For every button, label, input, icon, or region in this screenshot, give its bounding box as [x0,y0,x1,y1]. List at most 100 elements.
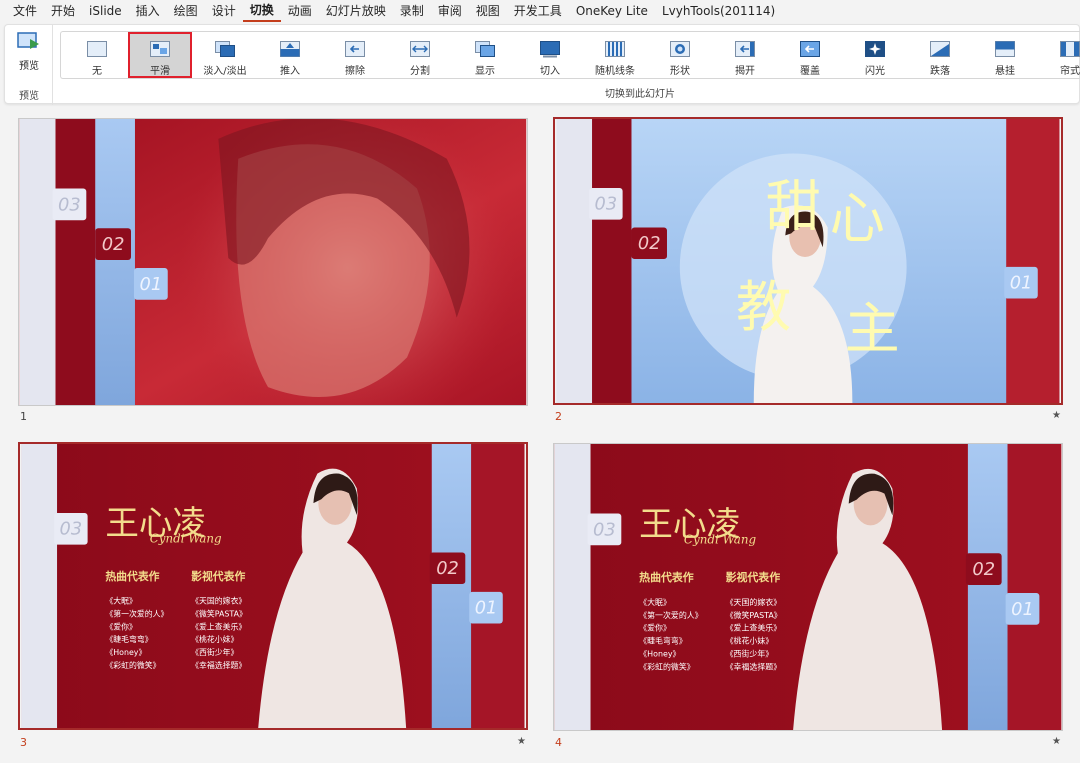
tab-review[interactable]: 审阅 [431,0,469,22]
transition-none-label: 无 [92,66,102,77]
transition-morph[interactable]: 平滑 [128,32,192,78]
fade-icon [215,41,235,57]
slide-4-canvas: 王心凌 Cyndi Wang 热曲代表作 影视代表作 《大眠》 《第一次爱的人》… [554,444,1062,730]
tab-lvyhtools[interactable]: LvyhTools(201114) [655,0,782,22]
transition-fall-over-label: 跌落 [930,66,950,77]
transition-curtains[interactable]: 帘式 [1038,32,1080,78]
shape-icon [670,41,690,57]
slide-thumbnail-4[interactable]: 王心凌 Cyndi Wang 热曲代表作 影视代表作 《大眠》 《第一次爱的人》… [553,443,1063,731]
transition-group-label: 切换到此幻灯片 [605,89,675,100]
slide-3-film: 《天国的嫁衣》 [191,596,246,606]
tab-developer[interactable]: 开发工具 [507,0,569,22]
transition-cut[interactable]: 切入 [518,32,582,78]
tab-draw[interactable]: 绘图 [167,0,205,22]
slide-thumbnail-2[interactable]: 甜 心 教 主 03 02 01 [553,117,1063,405]
transition-uncover[interactable]: 揭开 [713,32,777,78]
fall-over-icon [930,41,950,57]
none-icon [87,41,107,57]
tab-onekey-lite[interactable]: OneKey Lite [569,0,655,22]
slide-2-title-char-3: 教 [736,276,791,340]
slide-4-song: 《大眠》 [639,597,671,607]
push-icon [280,41,300,57]
slide-3-song: 《Honey》 [105,648,146,657]
transition-random-bars[interactable]: 随机线条 [583,32,647,78]
tab-view[interactable]: 视图 [469,0,507,22]
tab-file[interactable]: 文件 [6,0,44,22]
slide-2-tag-03-text: 03 [595,195,618,215]
random-bars-icon [605,41,625,57]
slide-3-film: 《幸福选择题》 [191,660,246,670]
slide-4-films-header: 影视代表作 [726,570,781,584]
preview-group-label: 预览 [19,91,39,102]
cut-icon [540,41,560,58]
slide-number-4: 4 [555,736,562,749]
transition-flash[interactable]: 闪光 [843,32,907,78]
slide-thumbnail-3[interactable]: 王心凌 Cyndi Wang 热曲代表作 影视代表作 《大眠》 《第一次爱的人》… [18,442,528,730]
curtains-icon [1060,41,1080,57]
slide-3-tag-01-text: 01 [475,599,498,619]
slide-4-song: 《睫毛弯弯》 [639,636,687,646]
tab-record[interactable]: 录制 [393,0,431,22]
transition-split[interactable]: 分割 [388,32,452,78]
transition-push[interactable]: 推入 [258,32,322,78]
tab-home[interactable]: 开始 [44,0,82,22]
slide-3-signature: Cyndi Wang [150,532,222,546]
tab-slideshow[interactable]: 幻灯片放映 [319,0,393,22]
tab-islide[interactable]: iSlide [82,0,129,22]
preview-button[interactable]: 预览 [13,31,45,75]
slide-3-animation-star-icon: ★ [517,736,526,747]
uncover-icon [735,41,755,57]
slide-2-tag-02-text: 02 [638,234,661,254]
cover-icon [800,41,820,57]
slide-4-songs-header: 热曲代表作 [639,570,694,584]
slide-2-canvas: 甜 心 教 主 03 02 01 [556,119,1060,403]
transition-cover[interactable]: 覆盖 [778,32,842,78]
slide-4-film: 《西街少年》 [726,649,774,659]
transition-reveal[interactable]: 显示 [453,32,517,78]
slide-3-films-header: 影视代表作 [191,569,245,583]
slide-3-film: 《爱上查美乐》 [191,621,246,631]
slide-1-tag-03-text: 03 [58,194,81,215]
transition-none[interactable]: 无 [65,32,129,78]
transition-shape-label: 形状 [670,66,690,77]
slide-1-tag-01-text: 01 [139,274,162,295]
slide-3-song: 《睫毛弯弯》 [105,634,152,644]
transition-wipe[interactable]: 擦除 [323,32,387,78]
transition-fade-label: 淡入/淡出 [203,66,247,77]
slide-3-film: 《桃花小妹》 [191,634,238,644]
slide-4-film: 《幸福选择题》 [726,661,782,671]
slide-number-2: 2 [555,410,562,423]
wipe-icon [345,41,365,57]
transition-cover-label: 覆盖 [800,66,820,77]
transition-shape[interactable]: 形状 [648,32,712,78]
transition-drape-label: 悬挂 [995,66,1015,77]
slide-4-song: 《Honey》 [639,650,680,659]
morph-icon [150,41,170,57]
transition-fade[interactable]: 淡入/淡出 [193,32,257,78]
slide-3-song: 《爱你》 [105,621,136,631]
transitions-ribbon: 预览 预览 无 平滑 淡入/淡出 推入 擦除 分割 显示 切入 随机线条 形状 … [4,24,1080,105]
preview-group: 预览 预览 [5,25,53,105]
slide-3-canvas: 王心凌 Cyndi Wang 热曲代表作 影视代表作 《大眠》 《第一次爱的人》… [21,444,525,728]
preview-button-label: 预览 [19,61,39,72]
tab-transitions[interactable]: 切换 [242,0,281,22]
tab-insert[interactable]: 插入 [129,0,167,22]
slide-2-title-char-1: 甜 [766,176,821,240]
slide-thumbnail-1[interactable]: 03 02 01 [18,118,528,406]
slide-number-1: 1 [20,410,27,423]
tab-design[interactable]: 设计 [205,0,243,22]
transition-uncover-label: 揭开 [735,66,755,77]
tab-animations[interactable]: 动画 [281,0,319,22]
slide-1-canvas: 03 02 01 [19,119,527,405]
slide-2-tag-01-text: 01 [1010,274,1033,294]
flash-icon [865,41,885,57]
transition-drape[interactable]: 悬挂 [973,32,1037,78]
transition-wipe-label: 擦除 [345,66,365,77]
transition-random-bars-label: 随机线条 [595,66,635,77]
reveal-icon [475,41,495,57]
slide-4-film: 《桃花小妹》 [726,636,774,646]
slide-4-signature: Cyndi Wang [684,532,757,546]
slide-3-film: 《西街少年》 [191,647,238,657]
transition-fall-over[interactable]: 跌落 [908,32,972,78]
preview-icon [17,32,39,49]
